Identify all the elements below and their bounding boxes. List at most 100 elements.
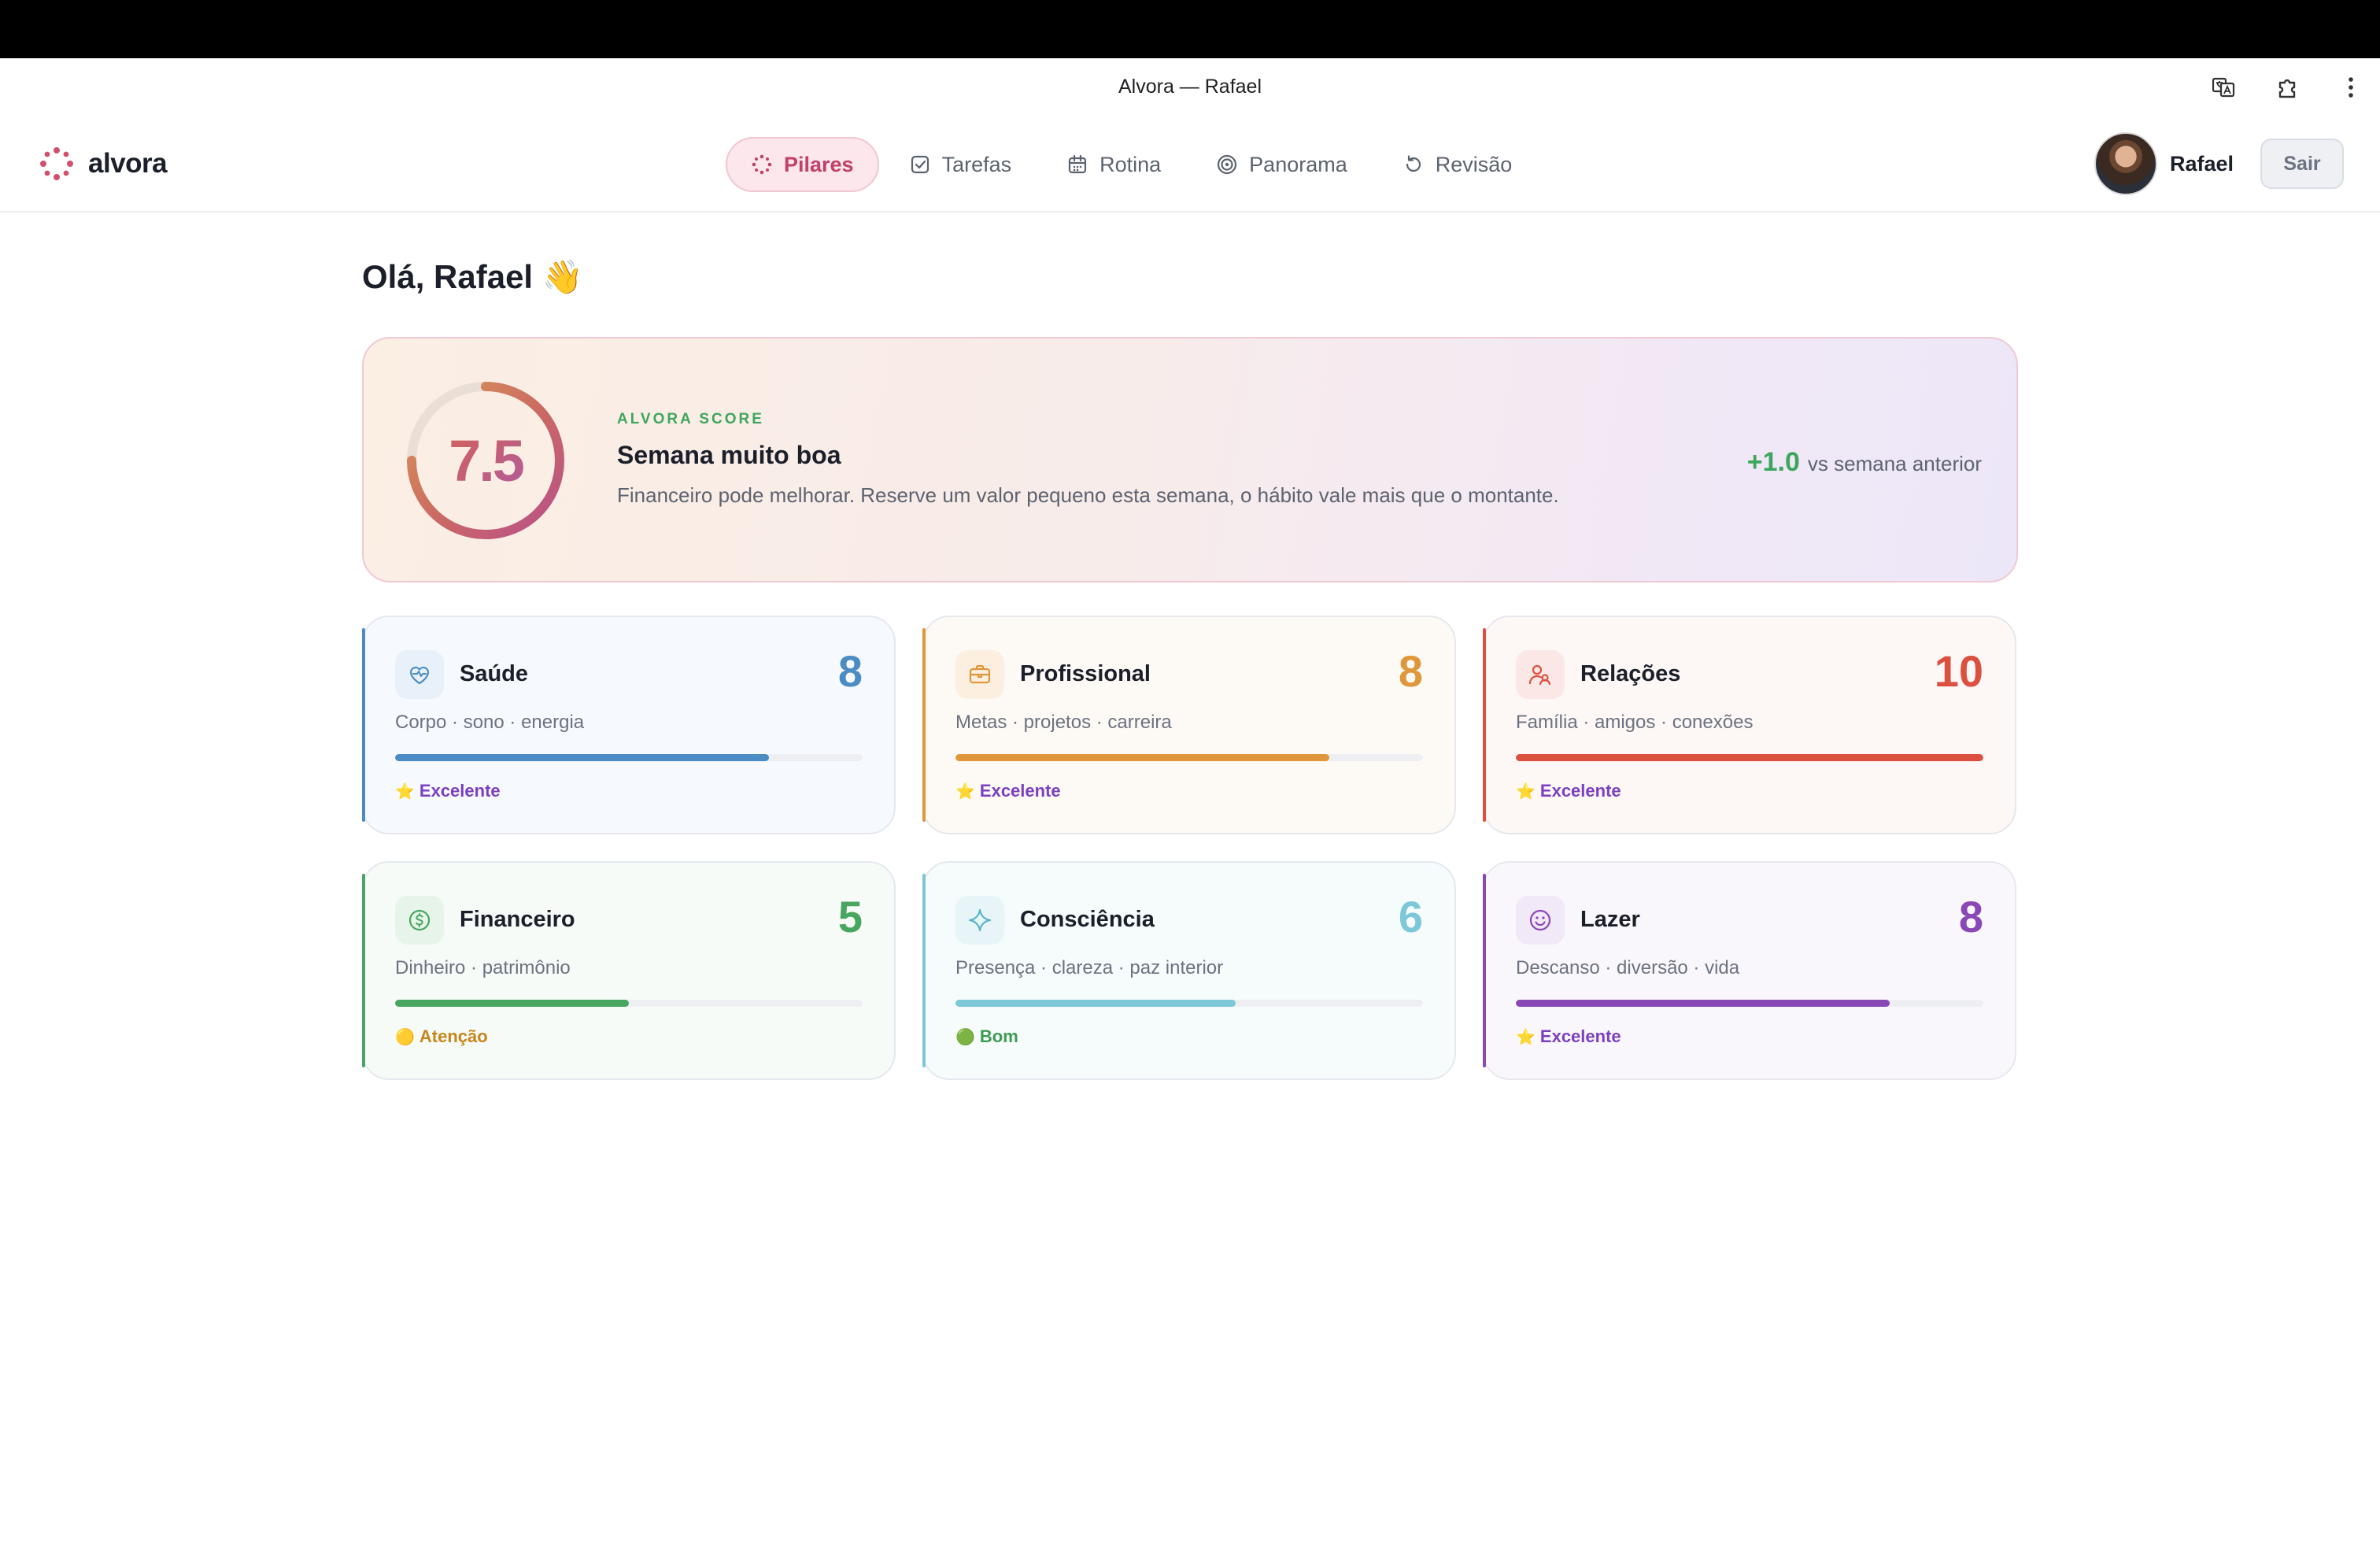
pillar-subtitle: Corpo · sono · energia <box>395 712 585 733</box>
browser-title-bar: Alvora — Rafael <box>0 58 2380 117</box>
progress-track <box>395 754 863 761</box>
pillar-score: 6 <box>1398 892 1423 941</box>
pillar-name: Relações <box>1580 661 1681 686</box>
status-emoji: 🟡 <box>395 1028 415 1046</box>
progress-fill <box>395 1000 629 1007</box>
score-description: Financeiro pode melhorar. Reserve um val… <box>617 483 1559 507</box>
page-title: Olá, Rafael 👋 <box>362 258 584 295</box>
progress-fill <box>1516 1000 1890 1007</box>
logo[interactable]: alvora <box>39 146 168 181</box>
pillar-name: Profissional <box>1020 661 1151 686</box>
progress-track <box>1516 754 1983 761</box>
pillar-score: 5 <box>837 892 863 941</box>
progress-fill <box>1516 754 1983 761</box>
card-accent <box>922 628 926 822</box>
window-title: Alvora — Rafael <box>1118 76 1262 98</box>
status-text: Atenção <box>419 1026 488 1046</box>
rotate-icon <box>1406 155 1421 172</box>
user-area: Rafael Sair <box>2094 132 2344 195</box>
card-accent <box>362 628 365 822</box>
pillar-card-saude[interactable]: Saúde 8 Corpo · sono · energia ⭐ Excelen… <box>362 616 896 834</box>
app-header: alvora Pilares Tarefas Rotina Panorama R… <box>0 117 2380 213</box>
pillar-subtitle: Descanso · diversão · vida <box>1516 957 1740 978</box>
progress-fill <box>395 754 770 761</box>
pillar-card-consciencia[interactable]: Consciência 6 Presença · clareza · paz i… <box>922 861 1456 1080</box>
progress-track <box>955 754 1423 761</box>
status-emoji: ⭐ <box>1516 782 1536 801</box>
tab-label: Revisão <box>1435 152 1513 176</box>
pillar-score: 8 <box>837 646 863 696</box>
status-text: Excelente <box>419 781 501 801</box>
status-text: Excelente <box>979 781 1061 801</box>
dollar-circle-icon <box>395 896 444 945</box>
delta-text: vs semana anterior <box>1807 452 1982 475</box>
tab-label: Rotina <box>1099 152 1162 176</box>
score-card: 7.5 ALVORA SCORE Semana muito boa Financ… <box>362 337 2018 583</box>
status-badge: ⭐ Excelente <box>395 781 501 801</box>
pillar-card-profissional[interactable]: Profissional 8 Metas · projetos · carrei… <box>922 616 1456 834</box>
card-accent <box>1483 628 1486 822</box>
score-value: 7.5 <box>405 379 567 542</box>
briefcase-icon <box>955 650 1004 699</box>
pillar-card-relacoes[interactable]: Relações 10 Família · amigos · conexões … <box>1483 616 2016 834</box>
status-badge: ⭐ Excelente <box>1516 1026 1621 1047</box>
progress-track <box>395 1000 863 1007</box>
more-menu-icon[interactable] <box>2338 74 2364 101</box>
dots-grid-icon <box>752 154 772 175</box>
sparkle-icon <box>955 896 1004 945</box>
tab-revisao[interactable]: Revisão <box>1377 137 1538 192</box>
card-accent <box>362 874 365 1067</box>
tab-label: Panorama <box>1249 152 1347 176</box>
translate-icon[interactable] <box>2210 74 2237 101</box>
pillar-subtitle: Metas · projetos · carreira <box>955 712 1172 733</box>
logo-icon <box>40 147 73 180</box>
pillar-subtitle: Presença · clareza · paz interior <box>955 957 1224 978</box>
status-badge: ⭐ Excelente <box>1516 781 1621 801</box>
pillar-name: Saúde <box>460 661 529 686</box>
status-emoji: 🟢 <box>955 1028 975 1046</box>
pillar-card-financeiro[interactable]: Financeiro 5 Dinheiro · patrimônio 🟡 Ate… <box>362 861 896 1080</box>
card-accent <box>1483 874 1486 1067</box>
heart-pulse-icon <box>395 650 444 699</box>
status-text: Bom <box>979 1026 1018 1046</box>
calendar-icon <box>1069 154 1087 174</box>
pillar-score: 8 <box>1398 646 1423 696</box>
pillar-card-lazer[interactable]: Lazer 8 Descanso · diversão · vida ⭐ Exc… <box>1483 861 2016 1080</box>
progress-track <box>955 1000 1423 1007</box>
card-accent <box>922 874 926 1067</box>
delta-value: +1.0 <box>1746 447 1800 477</box>
pillar-name: Lazer <box>1580 907 1640 932</box>
status-badge: 🟢 Bom <box>955 1026 1018 1047</box>
users-icon <box>1516 650 1565 699</box>
system-top-bar <box>0 0 2380 58</box>
pillar-subtitle: Dinheiro · patrimônio <box>395 957 571 978</box>
tab-rotina[interactable]: Rotina <box>1041 137 1186 192</box>
status-badge: 🟡 Atenção <box>395 1026 488 1047</box>
logout-button[interactable]: Sair <box>2260 139 2344 189</box>
pillar-subtitle: Família · amigos · conexões <box>1516 712 1754 733</box>
score-label: ALVORA SCORE <box>617 411 764 427</box>
progress-fill <box>955 754 1330 761</box>
avatar[interactable] <box>2094 132 2157 195</box>
extensions-icon[interactable] <box>2275 74 2301 101</box>
tab-label: Pilares <box>784 152 854 176</box>
score-delta: +1.0 vs semana anterior <box>1747 447 1982 478</box>
pillar-name: Consciência <box>1020 907 1155 932</box>
user-name: Rafael <box>2169 151 2234 176</box>
tab-tarefas[interactable]: Tarefas <box>884 137 1037 192</box>
status-emoji: ⭐ <box>395 782 415 801</box>
smile-icon <box>1516 896 1565 945</box>
checkbox-icon <box>911 155 929 174</box>
status-text: Excelente <box>1539 1026 1621 1046</box>
brand-name: alvora <box>88 148 168 179</box>
status-text: Excelente <box>1539 781 1621 801</box>
score-headline: Semana muito boa <box>617 441 841 469</box>
progress-track <box>1516 1000 1983 1007</box>
tab-pilares[interactable]: Pilares <box>726 137 879 192</box>
status-emoji: ⭐ <box>1516 1028 1536 1046</box>
status-badge: ⭐ Excelente <box>955 781 1061 801</box>
pillar-score: 10 <box>1934 646 1983 696</box>
tab-label: Tarefas <box>941 152 1012 176</box>
tab-panorama[interactable]: Panorama <box>1191 137 1373 192</box>
main-tabs: Pilares Tarefas Rotina Panorama Revisão <box>726 137 1537 192</box>
